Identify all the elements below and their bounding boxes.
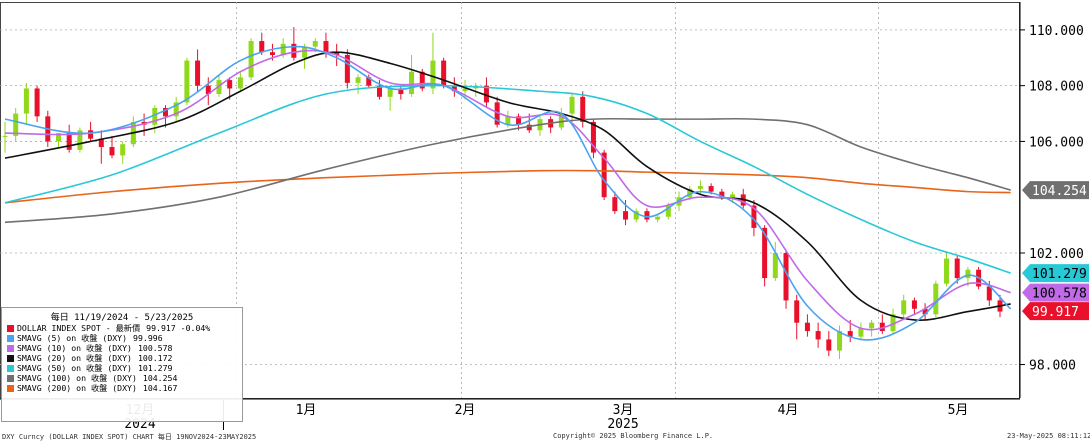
footer-copyright: Copyright© 2025 Bloomberg Finance L.P. — [553, 432, 714, 440]
legend-swatch — [7, 344, 14, 352]
candle-body — [708, 186, 714, 192]
y-tick-label: 110.000 — [1029, 24, 1084, 39]
candle-body — [248, 41, 254, 78]
candle-body — [302, 46, 308, 58]
candle-body — [323, 41, 329, 53]
value-flag: 99.917 — [1022, 302, 1089, 321]
legend-item: SMAVG (5) on 收盤 (DXY) 99.996 — [2, 333, 242, 343]
candle-body — [933, 283, 939, 315]
candle-body — [837, 331, 843, 351]
footer-ticker: DXY Curncy (DOLLAR INDEX SPOT) CHART 每日 … — [2, 433, 257, 441]
candle-body — [965, 269, 971, 279]
y-tick-label: 98.000 — [1029, 359, 1076, 374]
candle-body — [66, 133, 72, 150]
candle-body — [804, 322, 810, 332]
candle-body — [409, 71, 415, 95]
legend-value: 100.172 — [137, 353, 173, 363]
legend-title: 每日 11/19/2024 - 5/23/2025 — [50, 313, 194, 323]
legend-value: 100.578 — [137, 343, 173, 353]
candle-body — [441, 60, 447, 86]
legend-item: SMAVG (200) on 收盤 (DXY) 104.167 — [2, 383, 242, 393]
legend-label: SMAVG (200) on 收盤 (DXY) — [17, 383, 137, 393]
value-flag-label: 101.279 — [1032, 267, 1087, 282]
footer-timestamp: 23-May-2025 08:11:12 — [1007, 432, 1090, 440]
candle-body — [612, 197, 618, 212]
candle-body — [794, 300, 800, 323]
candle-body — [697, 186, 703, 189]
candle-body — [109, 147, 115, 156]
legend-swatch — [7, 384, 14, 392]
candle-body — [259, 41, 265, 53]
legend-label: SMAVG (5) on 收盤 (DXY) — [17, 333, 128, 343]
legend-swatch — [7, 374, 14, 382]
candle-body — [911, 300, 917, 309]
candle-body — [826, 339, 832, 351]
candle-body — [195, 60, 201, 86]
legend-value: 99.996 — [133, 333, 163, 343]
candle-body — [815, 331, 821, 340]
value-flag: 101.279 — [1022, 264, 1089, 283]
y-tick-label: 108.000 — [1029, 80, 1084, 95]
legend-label: SMAVG (50) on 收盤 (DXY) — [17, 363, 132, 373]
candle-body — [237, 77, 243, 89]
legend-swatch — [7, 354, 14, 362]
legend-item: SMAVG (10) on 收盤 (DXY) 100.578 — [2, 343, 242, 353]
legend-item: SMAVG (50) on 收盤 (DXY) 101.279 — [2, 363, 242, 373]
legend-value: 104.167 — [142, 383, 178, 393]
legend-label: SMAVG (100) on 收盤 (DXY) — [17, 373, 137, 383]
value-flag-label: 99.917 — [1032, 305, 1079, 320]
legend-swatch — [7, 324, 14, 332]
legend-value: 99.917 -0.04% — [146, 323, 211, 333]
legend-swatch — [7, 364, 14, 372]
value-flag-label: 104.254 — [1032, 184, 1087, 199]
candle-body — [869, 322, 875, 329]
x-month-label: 2月 — [455, 403, 476, 418]
legend-item: SMAVG (20) on 收盤 (DXY) 100.172 — [2, 353, 242, 363]
legend-swatch — [7, 334, 14, 342]
y-tick-label: 106.000 — [1029, 135, 1084, 150]
x-year-label: 2025 — [607, 417, 638, 432]
legend-label: DOLLAR INDEX SPOT - 最新價 — [17, 323, 141, 333]
candle-body — [730, 194, 736, 198]
legend-item: SMAVG (100) on 收盤 (DXY) 104.254 — [2, 373, 242, 383]
candle-body — [954, 258, 960, 279]
candle-body — [312, 41, 318, 47]
x-month-label: 5月 — [948, 403, 969, 418]
value-flag: 100.578 — [1022, 283, 1089, 302]
chart-legend: 每日 11/19/2024 - 5/23/2025 DOLLAR INDEX S… — [1, 307, 243, 422]
candle-body — [901, 300, 907, 315]
candle-body — [88, 130, 94, 139]
legend-value: 104.254 — [142, 373, 178, 383]
candle-body — [269, 52, 275, 55]
candle-body — [569, 96, 575, 114]
candle-body — [227, 80, 233, 89]
candle-body — [184, 60, 190, 103]
candle-body — [355, 77, 361, 83]
candle-body — [23, 88, 29, 114]
value-flag-label: 100.578 — [1032, 287, 1087, 302]
candle-body — [120, 144, 126, 156]
x-month-label: 3月 — [613, 403, 634, 418]
candle-body — [34, 88, 40, 117]
legend-label: SMAVG (10) on 收盤 (DXY) — [17, 343, 132, 353]
legend-label: SMAVG (20) on 收盤 (DXY) — [17, 353, 132, 363]
candle-body — [580, 96, 586, 122]
value-flag: 104.254 — [1022, 181, 1089, 200]
x-month-label: 1月 — [296, 403, 317, 418]
y-tick-label: 102.000 — [1029, 247, 1084, 262]
candle-body — [2, 135, 8, 137]
legend-value: 101.279 — [137, 363, 173, 373]
candle-body — [655, 216, 661, 220]
x-month-label: 4月 — [778, 403, 799, 418]
candle-body — [623, 211, 629, 220]
candle-body — [644, 211, 650, 220]
candle-body — [944, 258, 950, 284]
candle-body — [387, 88, 393, 97]
legend-item: DOLLAR INDEX SPOT - 最新價 99.917 -0.04% — [2, 323, 242, 333]
